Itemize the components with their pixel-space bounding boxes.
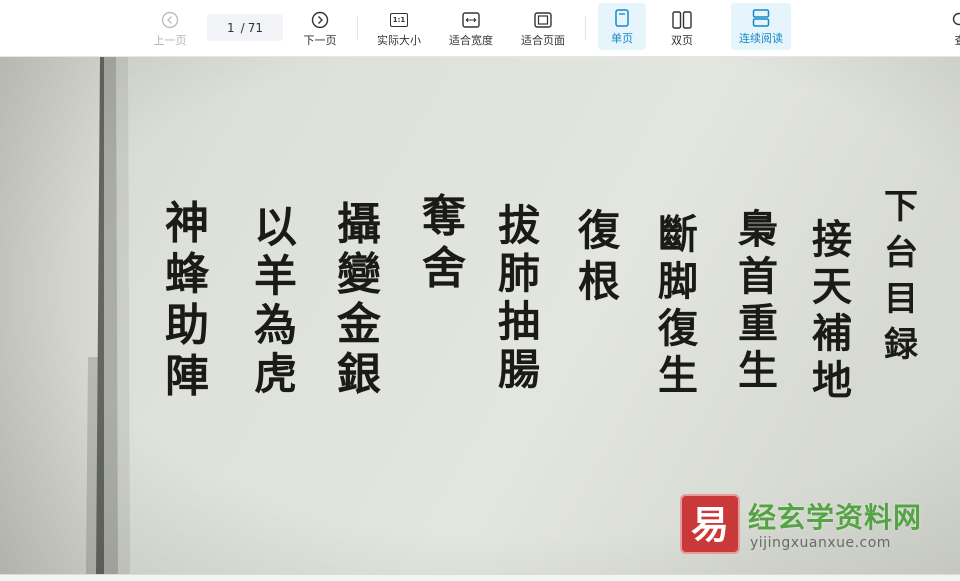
double-page-button[interactable]: 双页: [658, 0, 706, 56]
text-column: 攝變金銀: [337, 199, 381, 400]
next-page-button[interactable]: 下一页: [296, 0, 344, 56]
continuous-reading-label: 连续阅读: [739, 32, 783, 45]
prev-page-label: 上一页: [153, 34, 187, 47]
page-current[interactable]: 1: [227, 21, 235, 35]
actual-size-label: 实际大小: [377, 34, 421, 47]
continuous-reading-button[interactable]: 连续阅读: [731, 3, 791, 50]
single-page-icon: [612, 8, 632, 28]
text-column: 奪舍: [422, 191, 466, 294]
viewer-toolbar: 上一页 1 / 71 下一页 1:1 实际大小 适合宽度 适合页面 单页 双页 …: [0, 0, 960, 57]
svg-text:易: 易: [691, 502, 729, 547]
prev-page-button[interactable]: 上一页: [146, 0, 194, 56]
search-icon: [950, 10, 960, 30]
status-bar: [0, 574, 960, 581]
text-column: 神蜂助陣: [165, 198, 209, 402]
next-page-label: 下一页: [303, 34, 337, 47]
toolbar-divider: [585, 16, 586, 40]
chevron-left-circle-icon: [160, 10, 180, 30]
fit-page-label: 适合页面: [521, 34, 565, 47]
text-column: 拔肺抽腸: [498, 201, 541, 394]
site-logo: 易: [680, 494, 740, 554]
page-separator: /: [240, 20, 245, 35]
actual-size-icon: 1:1: [389, 10, 409, 30]
text-column: 復根: [578, 206, 621, 306]
search-button[interactable]: 查: [946, 0, 960, 56]
text-column: 梟首重生: [738, 206, 778, 394]
page-indicator[interactable]: 1 / 71: [207, 14, 283, 41]
site-url: yijingxuanxue.com: [750, 535, 891, 551]
page-total: 71: [247, 20, 263, 35]
continuous-reading-icon: [751, 8, 771, 28]
document-viewer[interactable]: 下台目録 接天補地 梟首重生 斷脚復生 復根 拔肺抽腸 奪舍 攝變金銀 以羊為虎…: [0, 57, 960, 574]
toolbar-divider: [357, 16, 358, 40]
search-label: 查: [955, 34, 960, 47]
site-watermark: 易 经玄学资料网 yijingxuanxue.com: [680, 494, 940, 556]
text-column: 以羊為虎: [254, 203, 297, 400]
fit-width-label: 适合宽度: [449, 34, 493, 47]
actual-size-button[interactable]: 1:1 实际大小: [372, 0, 426, 56]
fit-page-icon: [533, 10, 553, 30]
text-column: 接天補地: [812, 216, 852, 404]
fit-page-button[interactable]: 适合页面: [516, 0, 570, 56]
single-page-button[interactable]: 单页: [598, 3, 646, 50]
site-name: 经玄学资料网: [748, 501, 923, 534]
fit-width-button[interactable]: 适合宽度: [444, 0, 498, 56]
text-column: 斷脚復生: [658, 211, 698, 399]
chevron-right-circle-icon: [310, 10, 330, 30]
double-page-label: 双页: [671, 34, 693, 47]
double-page-icon: [672, 10, 692, 30]
single-page-label: 单页: [611, 32, 633, 45]
yi-glyph-logo-icon: 易: [691, 502, 729, 547]
text-column-title: 下台目録: [884, 187, 918, 365]
fit-width-icon: [461, 10, 481, 30]
